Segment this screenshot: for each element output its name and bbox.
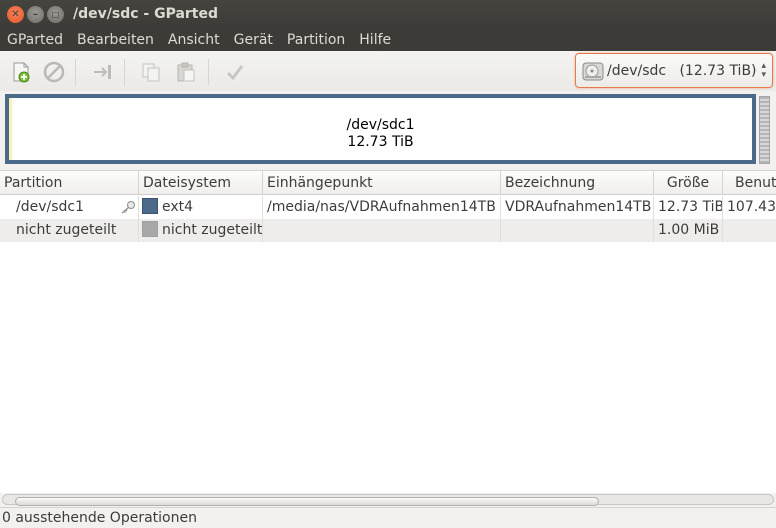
scrollbar-track[interactable] <box>2 494 774 506</box>
partition-graph: /dev/sdc1 12.73 TiB <box>0 91 776 168</box>
copy-icon <box>142 63 160 82</box>
filesystem-color-swatch <box>142 221 158 237</box>
cell-partition: /dev/sdc1 <box>0 196 139 219</box>
partition-table: Partition Dateisystem Einhängepunkt Beze… <box>0 170 776 495</box>
window-title: /dev/sdc - GParted <box>73 6 219 22</box>
harddisk-icon <box>582 62 604 81</box>
delete-partition-button[interactable] <box>41 59 67 85</box>
table-row[interactable]: /dev/sdc1 ext4 /media/nas/VDRAufnahmen14… <box>0 196 776 219</box>
resize-move-button[interactable] <box>90 59 116 85</box>
cell-label <box>501 219 654 242</box>
toolbar-separator <box>124 59 125 85</box>
title-bar: ✕ – □ /dev/sdc - GParted <box>0 0 776 29</box>
pending-operations-status: 0 ausstehende Operationen <box>2 510 197 526</box>
minimize-window-button[interactable]: – <box>27 6 44 23</box>
cell-used <box>723 219 776 242</box>
new-partition-button[interactable] <box>8 59 34 85</box>
filesystem-color-swatch <box>142 198 158 214</box>
paste-button[interactable] <box>173 59 199 85</box>
partition-graph-unallocated[interactable] <box>759 96 770 164</box>
menu-view[interactable]: Ansicht <box>161 29 227 51</box>
cell-size: 12.73 TiB <box>654 196 723 219</box>
cell-filesystem: nicht zugeteilt <box>139 219 263 242</box>
cell-size: 1.00 MiB <box>654 219 723 242</box>
cell-mountpoint: /media/nas/VDRAufnahmen14TB <box>263 196 501 219</box>
resize-move-icon <box>94 65 111 79</box>
column-header-partition[interactable]: Partition <box>0 171 139 195</box>
cell-mountpoint <box>263 219 501 242</box>
maximize-window-button[interactable]: □ <box>47 6 64 23</box>
toolbar-separator <box>75 59 76 85</box>
cell-partition: nicht zugeteilt <box>0 219 139 242</box>
table-row[interactable]: nicht zugeteilt nicht zugeteilt 1.00 MiB <box>0 219 776 242</box>
partition-graph-name: /dev/sdc1 <box>346 117 415 133</box>
column-header-mountpoint[interactable]: Einhängepunkt <box>263 171 501 195</box>
toolbar-separator <box>208 59 209 85</box>
menu-edit[interactable]: Bearbeiten <box>70 29 161 51</box>
menu-device[interactable]: Gerät <box>227 29 280 51</box>
menu-help[interactable]: Hilfe <box>352 29 398 51</box>
cell-used: 107.43 <box>727 199 776 215</box>
apply-icon <box>226 65 244 81</box>
device-selector-label: /dev/sdc (12.73 TiB) <box>607 63 757 79</box>
partition-graph-sdc1[interactable]: /dev/sdc1 12.73 TiB <box>5 94 756 164</box>
filesystem-name: ext4 <box>162 199 194 215</box>
new-partition-icon <box>13 62 30 83</box>
minimize-icon: – <box>33 9 38 20</box>
close-window-button[interactable]: ✕ <box>7 6 24 23</box>
key-icon <box>121 201 135 214</box>
menu-bar: GParted Bearbeiten Ansicht Gerät Partiti… <box>0 29 776 51</box>
status-bar: 0 ausstehende Operationen <box>0 507 776 528</box>
delete-icon <box>43 61 65 83</box>
chevron-up-down-icon: ▴ ▾ <box>761 61 766 80</box>
column-header-used[interactable]: Benut <box>723 171 776 195</box>
column-header-size[interactable]: Größe <box>654 171 723 195</box>
table-header: Partition Dateisystem Einhängepunkt Beze… <box>0 171 776 195</box>
device-selector[interactable]: /dev/sdc (12.73 TiB) ▴ ▾ <box>575 53 773 88</box>
horizontal-scrollbar[interactable] <box>0 493 776 506</box>
cell-filesystem: ext4 <box>139 196 263 219</box>
column-header-filesystem[interactable]: Dateisystem <box>139 171 263 195</box>
cell-label: VDRAufnahmen14TB <box>501 196 654 219</box>
partition-graph-size: 12.73 TiB <box>347 134 414 150</box>
filesystem-name: nicht zugeteilt <box>162 222 263 238</box>
copy-button[interactable] <box>138 59 164 85</box>
menu-partition[interactable]: Partition <box>280 29 352 51</box>
column-header-label[interactable]: Bezeichnung <box>501 171 654 195</box>
scrollbar-thumb[interactable] <box>15 497 599 506</box>
paste-icon <box>177 62 195 82</box>
partition-name: /dev/sdc1 <box>16 199 85 215</box>
apply-button[interactable] <box>222 59 248 85</box>
maximize-icon: □ <box>51 10 60 19</box>
menu-gparted[interactable]: GParted <box>0 29 70 51</box>
close-icon: ✕ <box>11 9 20 20</box>
